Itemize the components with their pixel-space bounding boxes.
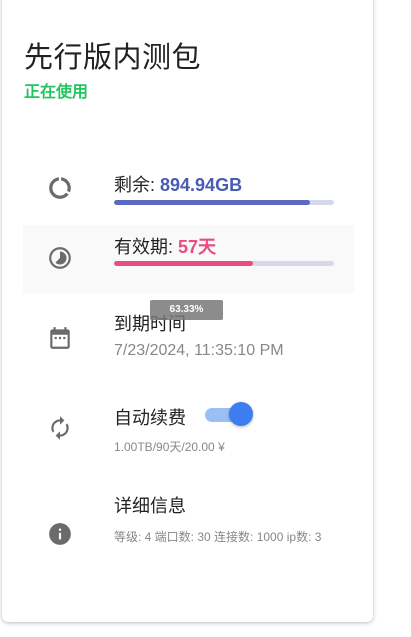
- expiry-value: 7/23/2024, 11:35:10 PM: [114, 342, 284, 359]
- validity-progress-fill: [114, 261, 253, 266]
- subscription-card: 先行版内测包 正在使用 剩余: 894.94GB 有效期: 57天 到期时间 6…: [2, 0, 373, 622]
- details-row: 详细信息 等级: 4 端口数: 30 连接数: 1000 ip数: 3: [23, 492, 354, 582]
- progress-tooltip: 63.33%: [150, 300, 223, 320]
- auto-renew-detail: 1.00TB/90天/20.00 ¥: [114, 440, 225, 454]
- remaining-progress-bar: [114, 200, 334, 205]
- autorenew-icon: [47, 415, 73, 441]
- auto-renew-label: 自动续费: [114, 408, 186, 428]
- calendar-icon: [47, 325, 73, 351]
- validity-progress-bar: [114, 261, 334, 266]
- validity-value: 57天: [178, 237, 217, 257]
- validity-label: 有效期:: [114, 237, 179, 257]
- remaining-value: 894.94GB: [160, 175, 243, 195]
- validity-text: 有效期: 57天: [114, 233, 216, 259]
- validity-row: 有效期: 57天: [23, 225, 354, 293]
- auto-renew-toggle[interactable]: [205, 402, 253, 426]
- remaining-text: 剩余: 894.94GB: [114, 171, 242, 197]
- remaining-progress-fill: [114, 200, 310, 205]
- details-label: 详细信息: [114, 496, 186, 516]
- remaining-label: 剩余:: [114, 175, 161, 195]
- plan-title: 先行版内测包: [24, 42, 202, 74]
- details-text: 等级: 4 端口数: 30 连接数: 1000 ip数: 3: [114, 530, 322, 544]
- remaining-row: 剩余: 894.94GB: [23, 160, 354, 230]
- status-badge: 正在使用: [24, 84, 89, 101]
- toggle-knob[interactable]: [229, 402, 253, 426]
- auto-renew-row: 自动续费 1.00TB/90天/20.00 ¥: [23, 402, 354, 462]
- progress-circle-icon: [47, 175, 73, 201]
- info-icon: [47, 521, 73, 547]
- timelapse-icon: [47, 245, 73, 271]
- expiry-row: 到期时间 63.33% 7/23/2024, 11:35:10 PM: [23, 300, 354, 368]
